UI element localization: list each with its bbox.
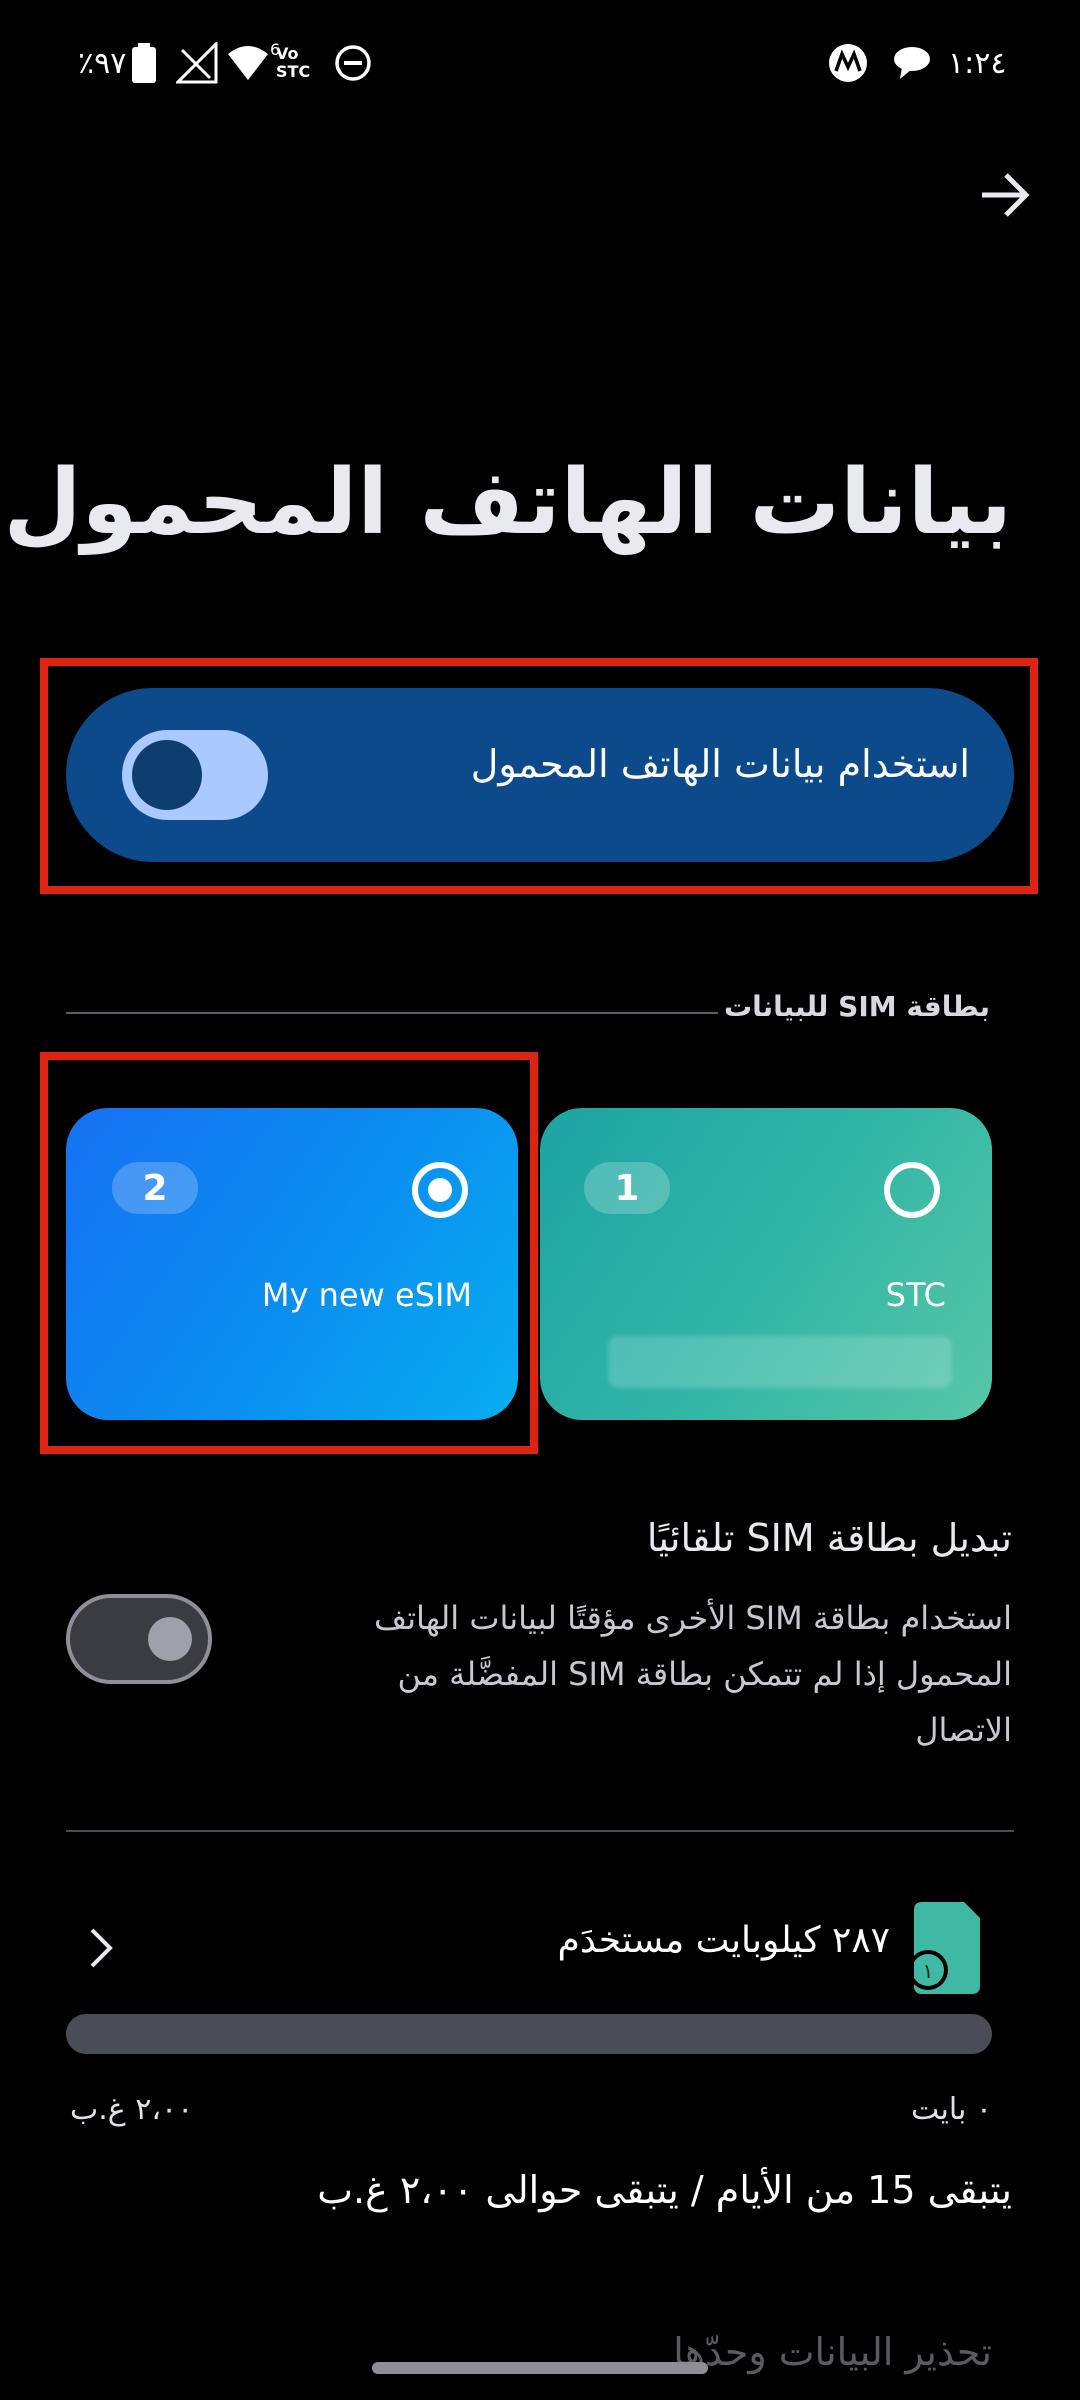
message-icon (892, 40, 932, 86)
signal-icon (176, 40, 218, 86)
auto-switch-toggle[interactable] (66, 1594, 212, 1684)
battery-icon (132, 43, 157, 83)
carrier-label: Vo STC (276, 44, 311, 81)
arrow-right-icon (982, 173, 1030, 217)
section-divider (66, 1830, 1014, 1832)
gesture-nav-handle[interactable] (372, 2362, 708, 2374)
dnd-icon (334, 40, 372, 86)
toggle-knob (148, 1617, 192, 1661)
mobile-data-toggle[interactable] (122, 730, 268, 820)
sim-usage-slot: ١ (923, 1959, 934, 1983)
sim-card-esim[interactable]: 2 My new eSIM (66, 1108, 518, 1420)
sim-slot-badge: 1 (584, 1162, 670, 1214)
section-divider (66, 1012, 718, 1014)
wifi-icon: 6 (226, 40, 280, 86)
motorola-icon (828, 40, 868, 86)
sim-usage-icon: ١ (908, 1902, 980, 1994)
status-bar: ٪٩٧ 6 Vo STC ١:٢٤ (0, 0, 1080, 130)
redacted-number (608, 1336, 952, 1388)
battery-status: ٪٩٧ (78, 40, 157, 86)
radio-dot (428, 1178, 452, 1202)
usage-used-text: ٢٨٧ كيلوبايت مستخدَم (557, 1920, 890, 1961)
toggle-knob (132, 740, 202, 810)
sim-section-header: بطاقة SIM للبيانات (723, 990, 990, 1023)
sim-card-stc[interactable]: 1 STC (540, 1108, 992, 1420)
sim-radio-selected[interactable] (412, 1162, 468, 1218)
clock: ١:٢٤ (948, 40, 1006, 86)
auto-switch-description: استخدام بطاقة SIM الأخرى مؤقتًا لبيانات … (373, 1599, 1012, 1749)
usage-range-max: ٢،٠٠ غ.ب (70, 2092, 194, 2127)
sim-slot-badge: 2 (112, 1162, 198, 1214)
sim-name: STC (885, 1276, 946, 1314)
back-button[interactable] (970, 160, 1040, 230)
time: ١:٢٤ (948, 45, 1007, 81)
data-usage-progress (66, 2014, 992, 2054)
carrier-volte: Vo STC (276, 40, 326, 86)
mobile-data-label: استخدام بيانات الهاتف المحمول (470, 742, 970, 786)
auto-switch-title: تبديل بطاقة SIM تلقائيًا (646, 1516, 1012, 1560)
remaining-text: يتبقى 15 من الأيام / يتبقى حوالى ٢،٠٠ غ.… (317, 2168, 1012, 2212)
chevron-right-icon[interactable] (80, 1918, 124, 1978)
battery-percent: ٪٩٧ (78, 45, 127, 81)
sim-radio-unselected[interactable] (884, 1162, 940, 1218)
page-title: بيانات الهاتف المحمول (3, 450, 1012, 555)
usage-range-min: ٠ بايت (911, 2092, 992, 2127)
data-warning-link[interactable]: تحذير البيانات وحدّها (673, 2330, 992, 2374)
sim-name: My new eSIM (261, 1276, 472, 1314)
